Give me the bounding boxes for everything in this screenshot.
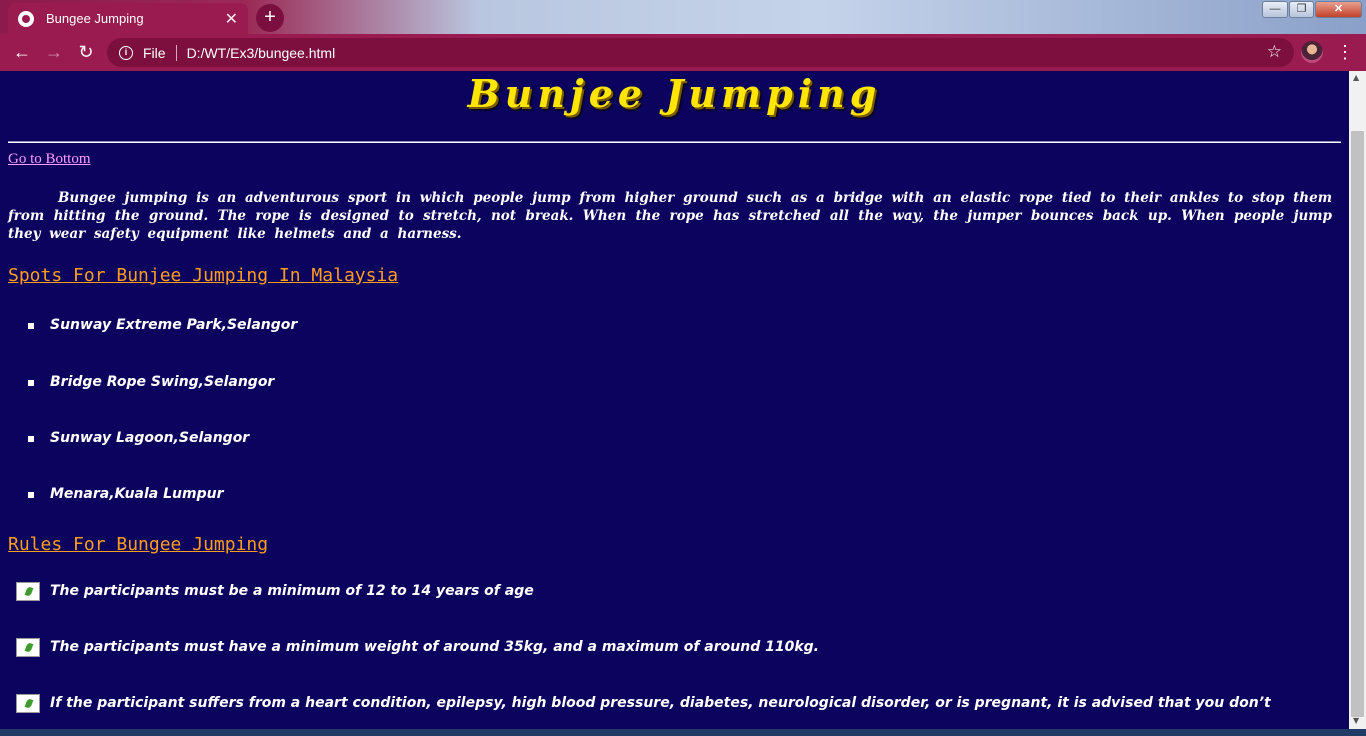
forward-icon[interactable]: → xyxy=(38,36,70,68)
go-to-bottom-link[interactable]: Go to Bottom xyxy=(8,151,91,168)
back-icon[interactable]: ← xyxy=(6,36,38,68)
address-separator xyxy=(175,44,177,61)
page-title: Bunjee Jumping xyxy=(467,71,882,116)
address-bar[interactable]: i File D:/WT/Ex3/bungee.html ☆ xyxy=(107,38,1294,67)
leaf-bullet-icon xyxy=(16,638,40,657)
rule-text: The participants must be a minimum of 12… xyxy=(50,583,534,599)
menu-icon[interactable]: ⋮ xyxy=(1335,36,1355,68)
globe-icon xyxy=(18,10,34,27)
scrollbar-thumb[interactable] xyxy=(1351,131,1364,717)
minimize-button[interactable]: — xyxy=(1262,1,1288,18)
maximize-button[interactable]: ❐ xyxy=(1289,1,1314,18)
os-taskbar xyxy=(0,729,1366,736)
spots-heading: Spots For Bunjee Jumping In Malaysia xyxy=(8,265,399,286)
scroll-down-arrow-icon[interactable]: ▼ xyxy=(1353,716,1359,725)
list-item-text: Menara,Kuala Lumpur xyxy=(50,486,224,502)
scroll-up-arrow-icon[interactable]: ▲ xyxy=(1353,73,1359,82)
window-titlebar: Bungee Jumping ✕ + — ❐ ✕ xyxy=(0,0,1366,34)
browser-tab[interactable]: Bungee Jumping ✕ xyxy=(8,3,248,34)
leaf-bullet-icon xyxy=(16,694,40,713)
list-item-text: Bridge Rope Swing,Selangor xyxy=(50,374,275,390)
square-bullet-icon xyxy=(28,492,34,498)
square-bullet-icon xyxy=(28,436,34,442)
bookmark-star-icon[interactable]: ☆ xyxy=(1267,42,1282,62)
leaf-bullet-icon xyxy=(16,582,40,601)
close-tab-icon[interactable]: ✕ xyxy=(225,9,238,29)
tab-title: Bungee Jumping xyxy=(46,11,144,26)
list-item-text: Sunway Lagoon,Selangor xyxy=(50,430,250,446)
url-text[interactable]: D:/WT/Ex3/bungee.html xyxy=(187,45,336,61)
rule-text: The participants must have a minimum wei… xyxy=(50,639,819,655)
square-bullet-icon xyxy=(28,323,34,329)
square-bullet-icon xyxy=(28,380,34,386)
close-window-button[interactable]: ✕ xyxy=(1315,1,1362,18)
vertical-scrollbar[interactable]: ▲ ▼ xyxy=(1349,71,1366,729)
rules-heading: Rules For Bungee Jumping xyxy=(8,534,269,555)
profile-avatar[interactable] xyxy=(1301,41,1323,63)
file-label: File xyxy=(143,44,166,61)
info-icon[interactable]: i xyxy=(119,45,133,60)
browser-toolbar: ← → ↻ i File D:/WT/Ex3/bungee.html ☆ ⋮ xyxy=(0,34,1366,71)
reload-icon[interactable]: ↻ xyxy=(70,36,102,68)
rule-text: If the participant suffers from a heart … xyxy=(50,695,1271,711)
horizontal-rule xyxy=(8,141,1341,143)
page-content: Bunjee Jumping Go to Bottom Bungee jumpi… xyxy=(0,71,1349,729)
list-item-text: Sunway Extreme Park,Selangor xyxy=(50,317,298,333)
intro-paragraph: Bungee jumping is an adventurous sport i… xyxy=(8,190,1332,242)
new-tab-button[interactable]: + xyxy=(256,4,284,32)
